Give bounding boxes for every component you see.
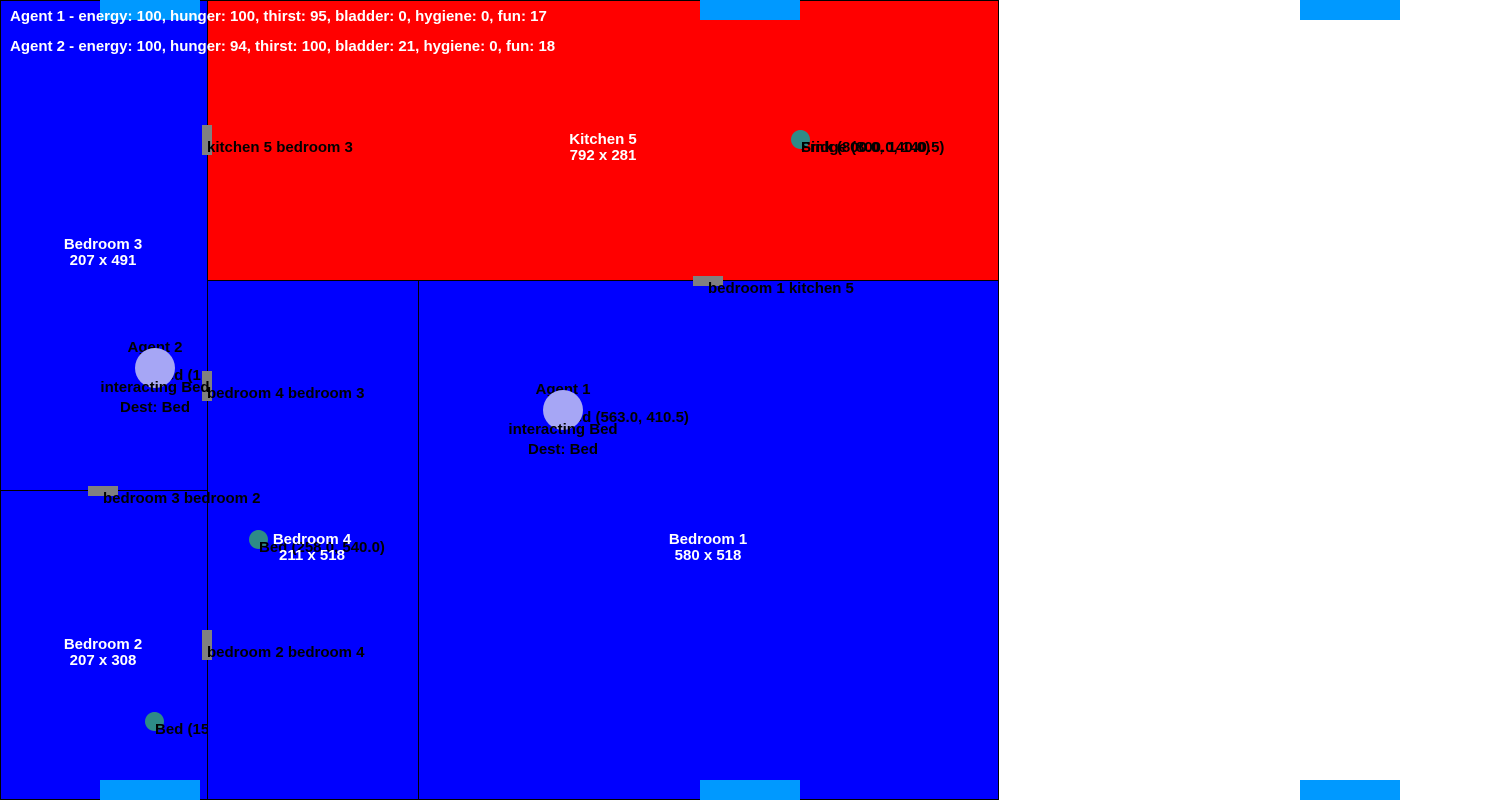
room-size: 580 x 518	[674, 547, 742, 564]
agent-2-status: Agent 2 - energy: 100, hunger: 94, thirs…	[10, 38, 556, 55]
door-label-bedroom1-kitchen5: bedroom 1 kitchen 5	[708, 280, 854, 297]
room-size: 207 x 308	[69, 652, 137, 669]
window-marker-top-2	[700, 0, 800, 20]
agent-2-destination: Dest: Bed	[119, 399, 191, 416]
room-label-bedroom-1: Bedroom 1 580 x 518	[669, 532, 747, 564]
door-label-bedroom3-bedroom2: bedroom 3 bedroom 2	[103, 490, 261, 507]
agent-2-action: interacting Bed	[100, 379, 210, 396]
window-marker-bottom-1	[100, 780, 200, 800]
window-marker-top-3	[1300, 0, 1400, 20]
room-size: 792 x 281	[569, 147, 637, 164]
room-name: Bedroom 1	[668, 531, 748, 548]
room-name: Bedroom 4	[272, 531, 352, 548]
window-marker-bottom-3	[1300, 780, 1400, 800]
room-size: 207 x 491	[69, 252, 137, 269]
room-name: Bedroom 2	[63, 636, 143, 653]
door-label-bedroom2-bedroom4: bedroom 2 bedroom 4	[207, 644, 365, 661]
simulation-canvas: Kitchen 5 792 x 281 Bedroom 3 207 x 491 …	[0, 0, 1500, 800]
room-label-kitchen-5: Kitchen 5 792 x 281	[569, 132, 637, 164]
agent-1-status: Agent 1 - energy: 100, hunger: 100, thir…	[10, 8, 547, 25]
bed-label-clip-bedroom-2: Bed (155.0, 722.0)	[0, 700, 207, 760]
door-label-kitchen5-bedroom3: kitchen 5 bedroom 3	[207, 139, 353, 156]
door-label-bedroom4-bedroom3: bedroom 4 bedroom 3	[207, 385, 365, 402]
room-size: 211 x 518	[279, 547, 345, 564]
bed-label-bedroom-2: Bed (155.0, 722.0)	[155, 721, 207, 738]
room-label-bedroom-2: Bedroom 2 207 x 308	[64, 637, 142, 669]
room-name: Bedroom 3	[63, 236, 143, 253]
agent-1-destination: Dest: Bed	[527, 441, 599, 458]
window-marker-bottom-2	[700, 780, 800, 800]
room-label-bedroom-4: Bedroom 4 211 x 518	[273, 532, 351, 564]
room-label-bedroom-3: Bedroom 3 207 x 491	[64, 237, 142, 269]
agent-1-action: interacting Bed	[508, 421, 618, 438]
fridge-label: Fridge (800.0, 140.5)	[801, 139, 945, 156]
room-name: Kitchen 5	[569, 131, 637, 148]
